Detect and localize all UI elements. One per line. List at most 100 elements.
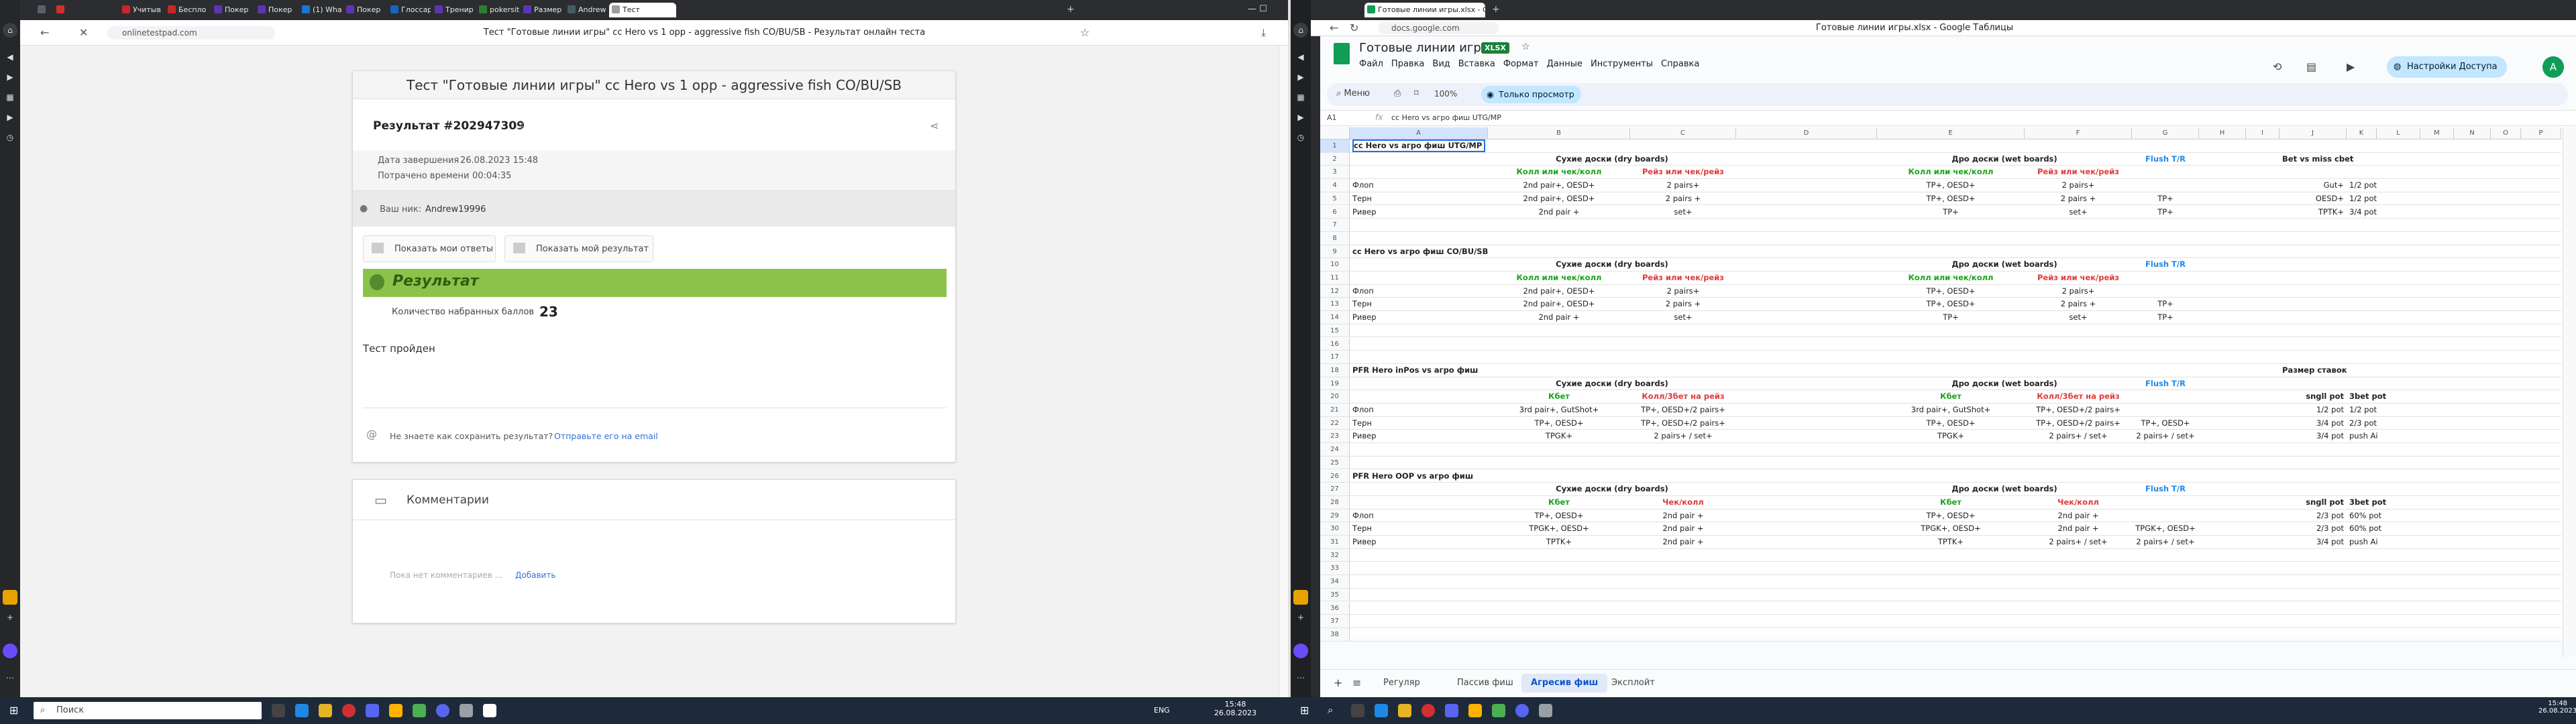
star-icon[interactable]: ☆ bbox=[1521, 42, 1530, 52]
sheet-tab[interactable]: Пассив фиш bbox=[1448, 674, 1523, 692]
play-icon-r2[interactable]: ▶ bbox=[1293, 110, 1308, 125]
cell[interactable]: Flush T/R bbox=[2135, 483, 2196, 495]
row-number[interactable]: 29 bbox=[1320, 509, 1350, 522]
cell[interactable]: 3/4 pot bbox=[2349, 206, 2377, 219]
paint-format-icon[interactable]: ⌑ bbox=[1414, 88, 1419, 99]
cell[interactable]: Рейз или чек/рейз bbox=[2027, 166, 2129, 178]
discord-icon[interactable] bbox=[366, 704, 379, 717]
sheet-tab[interactable]: Регуляр bbox=[1374, 674, 1430, 692]
cell[interactable]: 2nd pair + bbox=[2027, 522, 2129, 535]
discord-icon-r2[interactable] bbox=[1515, 704, 1529, 717]
back-icon-r[interactable]: ◀ bbox=[1293, 50, 1308, 64]
cell[interactable]: Терн bbox=[1352, 522, 1485, 535]
row-number[interactable]: 13 bbox=[1320, 298, 1350, 311]
cell[interactable]: 2nd pair + bbox=[1633, 536, 1733, 548]
col-header[interactable]: H bbox=[2199, 127, 2246, 139]
row-number[interactable]: 11 bbox=[1320, 272, 1350, 284]
cell[interactable]: TPTK+ bbox=[1491, 536, 1627, 548]
corner-cell[interactable] bbox=[1320, 127, 1350, 139]
cell[interactable]: cc Hero vs агро фиш CO/BU/SB bbox=[1352, 245, 1488, 258]
sheet-tab[interactable]: Агресив фиш bbox=[1521, 674, 1608, 692]
cell[interactable]: TP+, OESD+/2 pairs+ bbox=[2027, 417, 2129, 430]
view-only-button[interactable]: ◉ Только просмотр bbox=[1481, 86, 1581, 103]
discord-icon-r[interactable] bbox=[1445, 704, 1458, 717]
print-icon[interactable]: ⎙ bbox=[1394, 88, 1401, 99]
add-icon-r[interactable]: + bbox=[1293, 610, 1308, 625]
cell[interactable]: Колл или чек/колл bbox=[1880, 272, 2022, 284]
cell[interactable]: 2 pairs+ bbox=[2027, 285, 2129, 298]
folder-icon[interactable] bbox=[319, 704, 332, 717]
cell[interactable]: 1/2 pot bbox=[2349, 404, 2377, 416]
more-icon-r[interactable]: ⋯ bbox=[1293, 670, 1308, 685]
tab-sheets[interactable]: Готовые линии игры.xlsx - Google Таблицы bbox=[1364, 3, 1485, 17]
cell[interactable]: set+ bbox=[2027, 206, 2129, 219]
cell[interactable]: Flush T/R bbox=[2135, 153, 2196, 166]
cell[interactable]: Колл или чек/колл bbox=[1880, 166, 2022, 178]
row-number[interactable]: 28 bbox=[1320, 495, 1350, 509]
edge-icon[interactable] bbox=[295, 704, 309, 717]
cell[interactable]: TP+, OESD+ bbox=[1491, 417, 1627, 430]
col-header[interactable]: M bbox=[2420, 127, 2454, 139]
col-header[interactable]: O bbox=[2491, 127, 2521, 139]
yandex-icon-r[interactable] bbox=[1421, 704, 1435, 717]
cell[interactable]: TP+ bbox=[1880, 311, 2022, 324]
row-number[interactable]: 31 bbox=[1320, 536, 1350, 548]
cell[interactable]: Gut+ bbox=[2282, 179, 2344, 192]
menu-item[interactable]: Вид bbox=[1432, 59, 1450, 69]
cell[interactable]: set+ bbox=[1633, 206, 1733, 219]
cell[interactable]: Кбет bbox=[1880, 496, 2022, 509]
row-number[interactable]: 8 bbox=[1320, 231, 1350, 245]
poker-icon[interactable] bbox=[413, 704, 426, 717]
history-icon-sheets[interactable]: ⟲ bbox=[2273, 60, 2282, 73]
history-icon-r[interactable]: ◷ bbox=[1293, 130, 1308, 145]
cell[interactable]: Сухие доски (dry boards) bbox=[1491, 258, 1733, 271]
search-icon-r[interactable]: ⌕ bbox=[1328, 704, 1333, 716]
cell[interactable]: Терн bbox=[1352, 192, 1485, 205]
col-header[interactable]: E bbox=[1877, 127, 2025, 139]
col-header[interactable]: D bbox=[1736, 127, 1877, 139]
cell[interactable]: TP+ bbox=[2135, 192, 2196, 205]
tab-8[interactable]: Глоссар bbox=[388, 3, 431, 17]
show-result-button[interactable]: Показать мой результат bbox=[504, 235, 653, 262]
cell[interactable]: Сухие доски (dry boards) bbox=[1491, 483, 1733, 495]
window-controls[interactable]: — ☐ bbox=[1248, 4, 1267, 14]
cell[interactable]: 2 pairs+ / set+ bbox=[1633, 430, 1733, 442]
cell[interactable]: 3rd pair+, GutShot+ bbox=[1491, 404, 1627, 416]
cell[interactable]: 2 pairs+ / set+ bbox=[2135, 536, 2196, 548]
cell[interactable]: Колл/3бет на рейз bbox=[1633, 390, 1733, 403]
back-button-r[interactable]: ← bbox=[1330, 22, 1338, 34]
avatar[interactable]: A bbox=[2542, 56, 2564, 78]
row-number[interactable]: 36 bbox=[1320, 601, 1350, 615]
scrollbar[interactable] bbox=[1279, 46, 1288, 697]
row-number[interactable]: 9 bbox=[1320, 245, 1350, 258]
cell[interactable]: 1/2 pot bbox=[2349, 179, 2377, 192]
col-header[interactable]: N bbox=[2454, 127, 2491, 139]
menu-item[interactable]: Формат bbox=[1503, 59, 1539, 69]
share-access-button[interactable]: ◍ Настройки Доступа bbox=[2387, 56, 2507, 78]
back-button[interactable]: ← bbox=[40, 27, 49, 39]
cell[interactable]: TP+, OESD+ bbox=[2135, 417, 2196, 430]
tab-4[interactable]: Покер bbox=[211, 3, 254, 17]
start-icon-r[interactable]: ⊞ bbox=[1300, 704, 1309, 717]
row-number[interactable]: 37 bbox=[1320, 615, 1350, 627]
cell[interactable]: 2 pairs+ / set+ bbox=[2135, 430, 2196, 442]
cell[interactable]: Flush T/R bbox=[2135, 377, 2196, 390]
url-field-r[interactable]: docs.google.com bbox=[1378, 22, 1499, 34]
cell[interactable]: Кбет bbox=[1491, 390, 1627, 403]
lang-indicator[interactable]: ENG bbox=[1154, 706, 1170, 715]
row-number[interactable]: 2 bbox=[1320, 152, 1350, 166]
new-tab-button-r[interactable]: + bbox=[1492, 4, 1500, 15]
tab-6[interactable]: (1) What bbox=[299, 3, 342, 17]
menu-item[interactable]: Справка bbox=[1661, 59, 1699, 69]
cell[interactable]: Сухие доски (dry boards) bbox=[1491, 377, 1733, 390]
cell[interactable]: 2nd pair+, OESD+ bbox=[1491, 179, 1627, 192]
app-icon[interactable] bbox=[3, 590, 17, 605]
cell[interactable]: Колл или чек/колл bbox=[1491, 166, 1627, 178]
cell[interactable]: Колл/3бет на рейз bbox=[2027, 390, 2129, 403]
cell[interactable]: TPGK+, OESD+ bbox=[2135, 522, 2196, 535]
row-number[interactable]: 10 bbox=[1320, 258, 1350, 271]
menu-item[interactable]: Вставка bbox=[1458, 59, 1495, 69]
browser-tb-icon[interactable] bbox=[460, 704, 473, 717]
cell[interactable]: Bet vs miss cbet bbox=[2282, 153, 2353, 166]
cell[interactable]: Дро доски (wet boards) bbox=[1880, 377, 2129, 390]
